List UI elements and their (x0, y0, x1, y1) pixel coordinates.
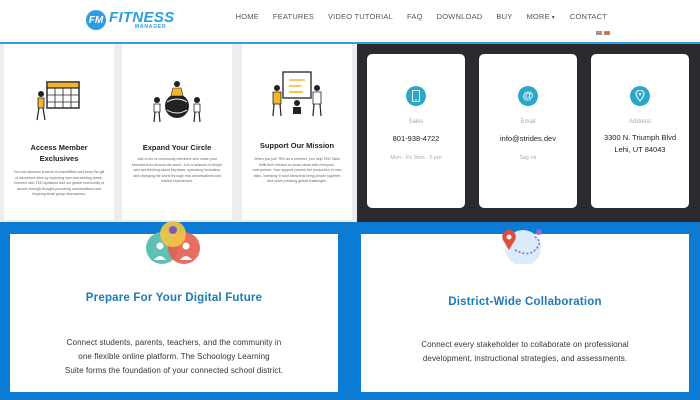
promo-panel-digital-future: Prepare For Your Digital Future Connect … (10, 221, 338, 392)
panel-body: Connect every stakeholder to collaborate… (361, 338, 689, 366)
card-body: You can discover a world of possibilitie… (13, 170, 105, 197)
address-line-2: Lehi, UT 84043 (614, 145, 666, 154)
phone-icon (406, 86, 426, 106)
contact-card-address: Address 3300 N. Triumph Blvd Lehi, UT 84… (591, 54, 689, 208)
main-nav: HOME FEATURES VIDEO TUTORIAL FAQ DOWNLOA… (229, 12, 614, 23)
contact-value[interactable]: 801-938-4722 (367, 133, 465, 145)
contact-note: Mon - Fri 9am - 5 pm (390, 155, 442, 161)
nav-download[interactable]: DOWNLOAD (430, 12, 490, 23)
nav-more-label: MORE (526, 12, 550, 21)
panel-line: one flexible online platform. The School… (78, 352, 270, 361)
panel-body: Connect students, parents, teachers, and… (10, 336, 338, 378)
logo-badge: FM (86, 10, 106, 30)
panel-line: development, instructional strategies, a… (422, 354, 628, 363)
nav-home[interactable]: HOME (229, 12, 266, 23)
contact-note: Say Hi (519, 155, 537, 161)
logo-main: FITNESS (109, 9, 175, 26)
nav-buy[interactable]: BUY (489, 12, 519, 23)
card-title: Support Our Mission (259, 141, 335, 150)
contact-value[interactable]: 3300 N. Triumph Blvd Lehi, UT 84043 (591, 132, 689, 156)
contact-value[interactable]: info@strides.dev (479, 133, 577, 145)
map-pin-icon (630, 86, 650, 106)
contact-card-sales: Sales 801-938-4722 Mon - Fri 9am - 5 pm (367, 54, 465, 208)
card-title: Expand Your Circle (142, 143, 212, 152)
page: FM FITNESS MANAGER HOME FEATURES VIDEO T… (0, 0, 700, 400)
card-title: Access Member Exclusives (30, 143, 88, 163)
promo-panel-collaboration: District-Wide Collaboration Connect ever… (361, 229, 689, 392)
address-line-1: 3300 N. Triumph Blvd (603, 133, 677, 142)
panel-line: Connect every stakeholder to collaborate… (421, 340, 629, 349)
flag-en-icon[interactable] (596, 31, 602, 35)
contact-label: Address (628, 119, 651, 125)
panel-title: Prepare For Your Digital Future (85, 292, 263, 304)
nav-video-tutorial[interactable]: VIDEO TUTORIAL (321, 12, 400, 23)
language-switcher (596, 31, 610, 35)
at-sign-icon: @ (518, 86, 538, 106)
people-board-icon (272, 71, 322, 117)
calendar-person-icon (36, 81, 80, 121)
logo-sub: MANAGER (135, 24, 167, 30)
feature-card: Access Member Exclusives You can discove… (4, 44, 114, 220)
people-globe-icon (153, 81, 201, 123)
location-route-icon (502, 229, 542, 264)
panel-line: Connect students, parents, teachers, and… (66, 338, 282, 347)
panel-title: District-Wide Collaboration (448, 296, 602, 308)
brand-logo[interactable]: FM FITNESS MANAGER (86, 6, 174, 34)
card-body: Join a mix of community members who shar… (131, 157, 223, 184)
chevron-down-icon: ▼ (550, 15, 556, 21)
community-circles-icon (146, 221, 200, 264)
nav-faq[interactable]: FAQ (400, 12, 430, 23)
contact-label: Email (520, 119, 536, 125)
card-body: When you join TED as a member, you help … (252, 157, 342, 184)
panel-line: Suite forms the foundation of your conne… (64, 366, 284, 375)
feature-card: Support Our Mission When you join TED as… (242, 44, 352, 220)
flag-es-icon[interactable] (604, 31, 610, 35)
contact-card-email: @ Email info@strides.dev Say Hi (479, 54, 577, 208)
nav-more[interactable]: MORE▼ (519, 12, 562, 23)
nav-contact[interactable]: CONTACT (563, 12, 614, 23)
contact-label: Sales (408, 119, 424, 125)
feature-card: Expand Your Circle Join a mix of communi… (122, 44, 232, 220)
site-header: FM FITNESS MANAGER HOME FEATURES VIDEO T… (0, 0, 700, 44)
nav-features[interactable]: FEATURES (266, 12, 321, 23)
logo-text: FITNESS MANAGER (109, 10, 174, 30)
